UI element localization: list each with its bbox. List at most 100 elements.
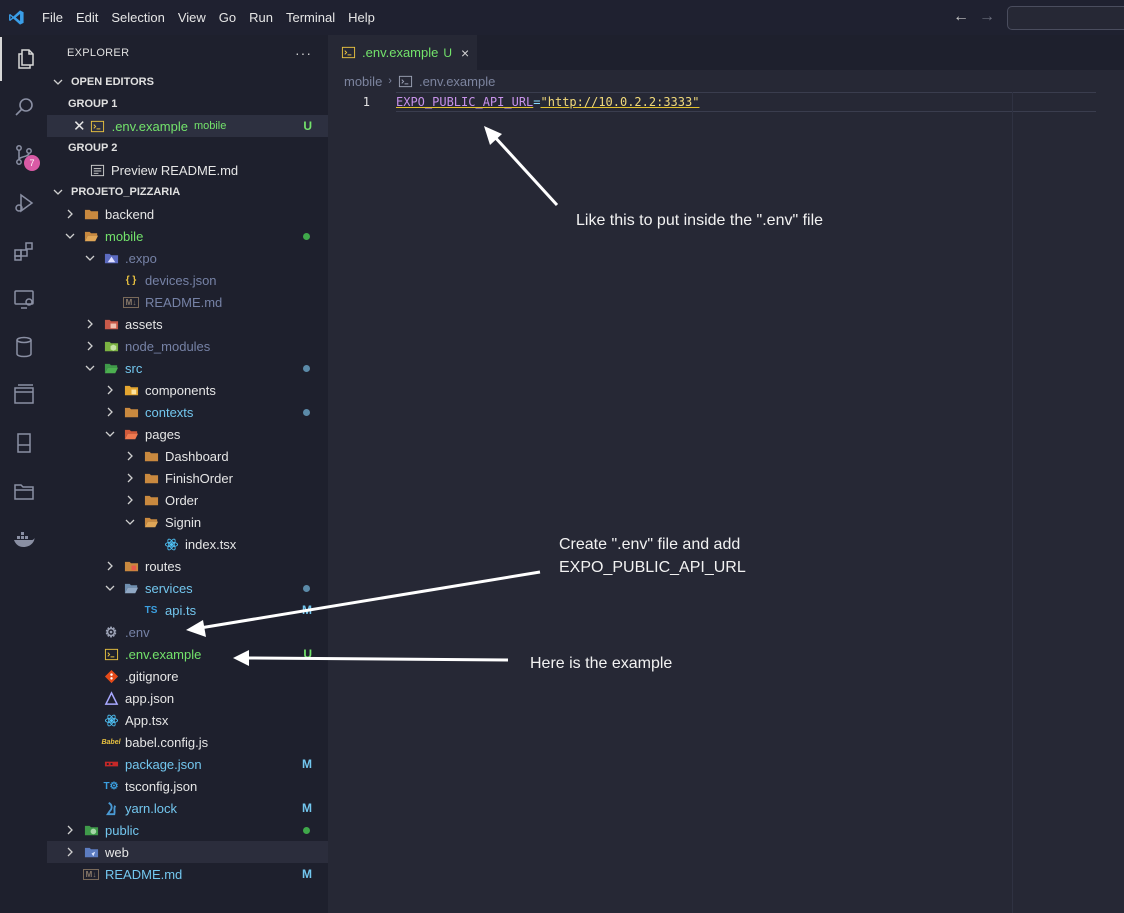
chevron-down-icon bbox=[123, 517, 137, 527]
docker-icon[interactable] bbox=[0, 517, 47, 561]
markdown-file-icon: M↓ bbox=[123, 296, 139, 308]
layout-icon[interactable] bbox=[0, 373, 47, 417]
tree-item-label: .env.example bbox=[125, 646, 202, 662]
tree-item-label: .gitignore bbox=[125, 668, 179, 684]
chevron-down-icon bbox=[83, 363, 97, 373]
project-section[interactable]: PROJETO_PIZZARIA bbox=[47, 181, 328, 203]
markdown-file-icon: M↓ bbox=[83, 868, 99, 880]
explorer-icon[interactable] bbox=[0, 37, 49, 81]
tree-item-app-json[interactable]: app.json bbox=[47, 687, 328, 709]
remote-explorer-icon[interactable] bbox=[0, 277, 47, 321]
tree-item-tsconfig[interactable]: T⚙ tsconfig.json bbox=[47, 775, 328, 797]
breadcrumb-folder[interactable]: mobile bbox=[344, 74, 382, 89]
modified-badge: M bbox=[302, 867, 312, 881]
tree-item-label: assets bbox=[125, 316, 163, 332]
src-folder-icon bbox=[103, 360, 119, 376]
git-file-icon bbox=[103, 668, 119, 684]
modified-dot bbox=[303, 232, 310, 240]
modified-badge: M bbox=[302, 603, 312, 617]
tree-item-label: app.json bbox=[125, 690, 175, 706]
tree-item-src[interactable]: src bbox=[47, 357, 328, 379]
search-icon[interactable] bbox=[0, 85, 47, 129]
routes-folder-icon bbox=[123, 558, 139, 574]
tree-item-mobile[interactable]: mobile bbox=[47, 225, 328, 247]
chevron-right-icon bbox=[63, 825, 77, 835]
open-editor-label: Preview README.md bbox=[111, 162, 239, 178]
tree-item-index-tsx[interactable]: index.tsx bbox=[47, 533, 328, 555]
more-actions-icon[interactable]: ··· bbox=[295, 45, 312, 61]
menu-file[interactable]: File bbox=[42, 10, 63, 25]
tree-item-env-example[interactable]: .env.example U bbox=[47, 643, 328, 665]
group-1-header[interactable]: GROUP 1 bbox=[47, 93, 328, 115]
env-example-file-icon bbox=[90, 118, 106, 134]
tsconfig-file-icon: T⚙ bbox=[103, 780, 119, 792]
tree-item-web[interactable]: web bbox=[47, 841, 328, 863]
tree-item-pages[interactable]: pages bbox=[47, 423, 328, 445]
env-example-file-icon bbox=[103, 646, 119, 662]
tree-item-routes[interactable]: routes bbox=[47, 555, 328, 577]
folder-open-icon bbox=[83, 228, 99, 244]
open-editor-preview-readme[interactable]: Preview README.md bbox=[47, 159, 328, 181]
tree-item-label: contexts bbox=[145, 404, 194, 420]
back-arrow-icon[interactable]: ← bbox=[953, 8, 969, 26]
group-2-header[interactable]: GROUP 2 bbox=[47, 137, 328, 159]
menu-selection[interactable]: Selection bbox=[111, 10, 164, 25]
tree-item-finishorder[interactable]: FinishOrder bbox=[47, 467, 328, 489]
folder-icon bbox=[83, 206, 99, 222]
tree-item-app-tsx[interactable]: App.tsx bbox=[47, 709, 328, 731]
tree-item-order[interactable]: Order bbox=[47, 489, 328, 511]
tree-item-public[interactable]: public bbox=[47, 819, 328, 841]
breadcrumb-file[interactable]: .env.example bbox=[419, 74, 495, 89]
tree-item-contexts[interactable]: contexts bbox=[47, 401, 328, 423]
tree-item-babel-config[interactable]: Babel babel.config.js bbox=[47, 731, 328, 753]
menu-terminal[interactable]: Terminal bbox=[286, 10, 335, 25]
tree-item-services[interactable]: services bbox=[47, 577, 328, 599]
tree-item-api-ts[interactable]: TS api.ts M bbox=[47, 599, 328, 621]
env-example-file-icon bbox=[340, 45, 356, 61]
tree-item-backend[interactable]: backend bbox=[47, 203, 328, 225]
source-control-icon[interactable]: 7 bbox=[0, 133, 47, 177]
tree-item-root-readme[interactable]: M↓ README.md M bbox=[47, 863, 328, 885]
tree-item-node-modules[interactable]: node_modules bbox=[47, 335, 328, 357]
menu-edit[interactable]: Edit bbox=[76, 10, 98, 25]
open-editor-env-example[interactable]: ✕ .env.example mobile U bbox=[47, 115, 328, 137]
tree-item-dashboard[interactable]: Dashboard bbox=[47, 445, 328, 467]
tree-item-package-json[interactable]: package.json M bbox=[47, 753, 328, 775]
source-control-badge: 7 bbox=[24, 155, 40, 171]
assets-folder-icon bbox=[103, 316, 119, 332]
tree-item-label: README.md bbox=[145, 294, 223, 310]
menu-help[interactable]: Help bbox=[348, 10, 375, 25]
code-line[interactable]: 1 EXPO_PUBLIC_API_URL="http://10.0.2.2:3… bbox=[328, 92, 1124, 112]
tree-item-env[interactable]: ⚙ .env bbox=[47, 621, 328, 643]
expo-app-icon bbox=[103, 690, 119, 706]
code-text[interactable]: EXPO_PUBLIC_API_URL="http://10.0.2.2:333… bbox=[396, 95, 699, 109]
tree-item-expo[interactable]: .expo bbox=[47, 247, 328, 269]
folder-icon[interactable] bbox=[0, 469, 47, 513]
menu-go[interactable]: Go bbox=[219, 10, 236, 25]
forward-arrow-icon[interactable]: → bbox=[979, 8, 995, 26]
extensions-icon[interactable] bbox=[0, 229, 47, 273]
tab-env-example[interactable]: .env.example U × bbox=[328, 35, 478, 70]
chevron-down-icon bbox=[103, 429, 117, 439]
tab-untracked-badge: U bbox=[443, 45, 453, 60]
close-icon[interactable]: ✕ bbox=[73, 117, 86, 135]
tree-item-yarn-lock[interactable]: yarn.lock M bbox=[47, 797, 328, 819]
tree-item-assets[interactable]: assets bbox=[47, 313, 328, 335]
command-center-search[interactable] bbox=[1007, 6, 1124, 30]
run-debug-icon[interactable] bbox=[0, 181, 47, 225]
notebook-icon[interactable] bbox=[0, 421, 47, 465]
chevron-right-icon bbox=[123, 451, 137, 461]
menu-run[interactable]: Run bbox=[249, 10, 273, 25]
database-icon[interactable] bbox=[0, 325, 47, 369]
group-1-label: GROUP 1 bbox=[68, 98, 118, 110]
tree-item-gitignore[interactable]: .gitignore bbox=[47, 665, 328, 687]
tree-item-expo-readme[interactable]: M↓ README.md bbox=[47, 291, 328, 313]
web-folder-icon bbox=[83, 844, 99, 860]
tree-item-label: .env bbox=[125, 624, 150, 640]
tree-item-devices-json[interactable]: { } devices.json bbox=[47, 269, 328, 291]
close-tab-icon[interactable]: × bbox=[461, 45, 469, 61]
open-editors-section[interactable]: OPEN EDITORS bbox=[47, 71, 328, 93]
menu-view[interactable]: View bbox=[178, 10, 206, 25]
tree-item-signin[interactable]: Signin bbox=[47, 511, 328, 533]
tree-item-components[interactable]: components bbox=[47, 379, 328, 401]
